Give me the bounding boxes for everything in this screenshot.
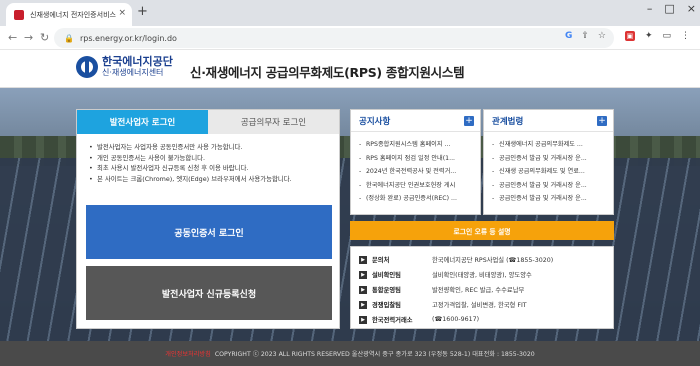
login-notice-item: 본 사이트는 크롬(Chrome), 엣지(Edge) 브라우저에서 사용가능합… [89, 174, 329, 185]
arrow-right-icon: ▶ [359, 255, 367, 264]
org-logo[interactable]: 한국에너지공단 신·재생에너지센터 [76, 56, 173, 78]
law-board-title[interactable]: 관계법령 [492, 115, 523, 127]
arrow-right-icon: ▶ [359, 315, 367, 324]
contact-value: 설비확인(태양광, 비태양광), 양도양수 [432, 272, 532, 279]
contact-value: 발전량확인, REC 발급, 수수료납부 [432, 287, 525, 294]
law-list: 신재생에너지 공급의무화제도 ... 공급인증서 발급 및 거래시장 운... … [484, 132, 613, 206]
window-close-icon[interactable]: × [687, 2, 696, 15]
tab-close-icon[interactable]: × [118, 8, 126, 18]
site-favicon-icon [14, 9, 24, 20]
privacy-policy-link[interactable]: 개인정보처리방침 [165, 349, 211, 358]
new-tab-button[interactable]: + [137, 4, 148, 19]
login-panel: 발전사업자 로그인 공급의무자 로그인 발전사업자는 사업자용 공동인증서만 사… [76, 109, 340, 329]
window-controls: – □ × [647, 2, 696, 15]
contact-value: 고정가격입찰, 설비변경, 한국형 FIT [432, 302, 527, 309]
law-board-header: 관계법령 + [484, 110, 613, 132]
notice-board-title[interactable]: 공지사항 [359, 115, 390, 127]
site-footer: 개인정보처리방침 COPYRIGHT ⓒ 2023 ALL RIGHTS RES… [0, 341, 700, 366]
maximize-icon[interactable]: □ [664, 2, 674, 15]
google-translate-icon[interactable]: G [565, 31, 572, 41]
contact-row: ▶ 통합운영팀 발전량확인, REC 발급, 수수료납부 [359, 282, 607, 297]
tab-producer-login[interactable]: 발전사업자 로그인 [77, 110, 208, 134]
org-sub-name: 신·재생에너지센터 [102, 68, 164, 77]
minimize-icon[interactable]: – [647, 2, 653, 15]
contact-row: ▶ 경쟁입찰팀 고정가격입찰, 설비변경, 한국형 FIT [359, 297, 607, 312]
notice-item[interactable]: RPS종합지원시스템 홈페이지 ... [359, 138, 476, 152]
extension-red-icon[interactable]: ▣ [624, 31, 635, 41]
arrow-right-icon: ▶ [359, 270, 367, 279]
tab-obligor-login[interactable]: 공급의무자 로그인 [208, 110, 339, 134]
url-text[interactable]: rps.energy.or.kr/login.do [80, 34, 177, 43]
contact-value: 한국에너지공단 RPS사업실 (☎1855-3020) [432, 257, 554, 264]
extensions-puzzle-icon[interactable]: ✦ [645, 31, 653, 41]
share-icon[interactable]: ⇪ [581, 31, 589, 41]
law-more-plus-icon[interactable]: + [597, 115, 607, 126]
org-logo-icon [76, 56, 98, 78]
login-notice-item: 발전사업자는 사업자용 공동인증서만 사용 가능합니다. [89, 142, 329, 153]
contact-label: 문의처 [372, 257, 390, 264]
law-board: 관계법령 + 신재생에너지 공급의무화제도 ... 공급인증서 발급 및 거래시… [483, 109, 614, 215]
contact-label: 통합운영팀 [372, 287, 401, 294]
lock-icon[interactable]: 🔒 [64, 34, 74, 43]
site-header: 한국에너지공단 신·재생에너지센터 신·재생에너지 공급의무화제도(RPS) 종… [0, 50, 700, 88]
notice-item[interactable]: 한국에너지공단 인권보호헌장 게시 [359, 179, 476, 193]
contact-row: ▶ 한국전력거래소 (☎1600-9617) [359, 312, 607, 327]
notice-board-header: 공지사항 + [351, 110, 480, 132]
law-item[interactable]: 공급인증서 발급 및 거래시장 운... [492, 179, 609, 193]
login-help-button[interactable]: 로그인 오류 등 설명 [350, 221, 614, 240]
back-icon[interactable]: ← [8, 31, 17, 44]
browser-tab[interactable]: 신재생에너지 전자인증서비스 × [6, 3, 132, 26]
contact-label: 설비확인팀 [372, 272, 401, 279]
law-item[interactable]: 공급인증서 발급 및 거래시장 운... [492, 152, 609, 166]
arrow-right-icon: ▶ [359, 285, 367, 294]
notice-item[interactable]: 2024년 한국전력공사 및 전력거... [359, 165, 476, 179]
notice-item[interactable]: (정상화 완료) 공급인증서(REC) ... [359, 192, 476, 206]
notice-item[interactable]: RPS 홈페이지 점검 일정 안내(1... [359, 152, 476, 166]
arrow-right-icon: ▶ [359, 300, 367, 309]
side-panel-icon[interactable]: ▭ [662, 31, 671, 41]
omnibox-icons: G ⇪ ☆ [565, 31, 606, 41]
login-notice-list: 발전사업자는 사업자용 공동인증서만 사용 가능합니다. 개인 공동인증서는 사… [77, 134, 339, 184]
law-item[interactable]: 신재생에너지 공급의무화제도 ... [492, 138, 609, 152]
contact-row: ▶ 문의처 한국에너지공단 RPS사업실 (☎1855-3020) [359, 252, 607, 267]
browser-tab-strip: 신재생에너지 전자인증서비스 × + – □ × [0, 0, 700, 26]
footer-copyright: COPYRIGHT ⓒ 2023 ALL RIGHTS RESERVED 울산광… [214, 351, 535, 358]
login-notice-item: 최초 사용시 발전사업자 신규등록 신청 후 이용 바랍니다. [89, 163, 329, 174]
bookmark-star-icon[interactable]: ☆ [598, 31, 606, 41]
org-name: 한국에너지공단 [102, 55, 173, 68]
address-bar[interactable]: 🔒 rps.energy.or.kr/login.do G ⇪ ☆ [54, 28, 614, 48]
contact-row: ▶ 설비확인팀 설비확인(태양광, 비태양광), 양도양수 [359, 267, 607, 282]
forward-icon[interactable]: → [24, 31, 33, 44]
contact-panel: ▶ 문의처 한국에너지공단 RPS사업실 (☎1855-3020) ▶ 설비확인… [350, 246, 614, 329]
contact-label: 한국전력거래소 [372, 317, 413, 324]
producer-register-button[interactable]: 발전사업자 신규등록신청 [86, 266, 332, 320]
tab-title: 신재생에너지 전자인증서비스 [30, 10, 116, 19]
contact-value: (☎1600-9617) [432, 316, 480, 323]
login-notice-item: 개인 공동인증서는 사용이 불가능합니다. [89, 153, 329, 164]
extension-icons: ▣ ✦ ▭ ⋮ [624, 31, 690, 41]
notice-board: 공지사항 + RPS종합지원시스템 홈페이지 ... RPS 홈페이지 점검 일… [350, 109, 481, 215]
site-title: 신·재생에너지 공급의무화제도(RPS) 종합지원시스템 [190, 65, 465, 80]
browser-toolbar: ← → ↻ 🔒 rps.energy.or.kr/login.do G ⇪ ☆ … [0, 26, 700, 50]
law-item[interactable]: 신재생 공급의무화제도 및 연료... [492, 165, 609, 179]
reload-icon[interactable]: ↻ [40, 31, 49, 44]
contact-label: 경쟁입찰팀 [372, 302, 401, 309]
login-tabs: 발전사업자 로그인 공급의무자 로그인 [77, 110, 339, 134]
cert-login-button[interactable]: 공동인증서 로그인 [86, 205, 332, 259]
notice-list: RPS종합지원시스템 홈페이지 ... RPS 홈페이지 점검 일정 안내(1.… [351, 132, 480, 206]
law-item[interactable]: 공급인증서 발급 및 거래시장 운... [492, 192, 609, 206]
browser-menu-icon[interactable]: ⋮ [681, 31, 690, 41]
notice-more-plus-icon[interactable]: + [464, 115, 474, 126]
